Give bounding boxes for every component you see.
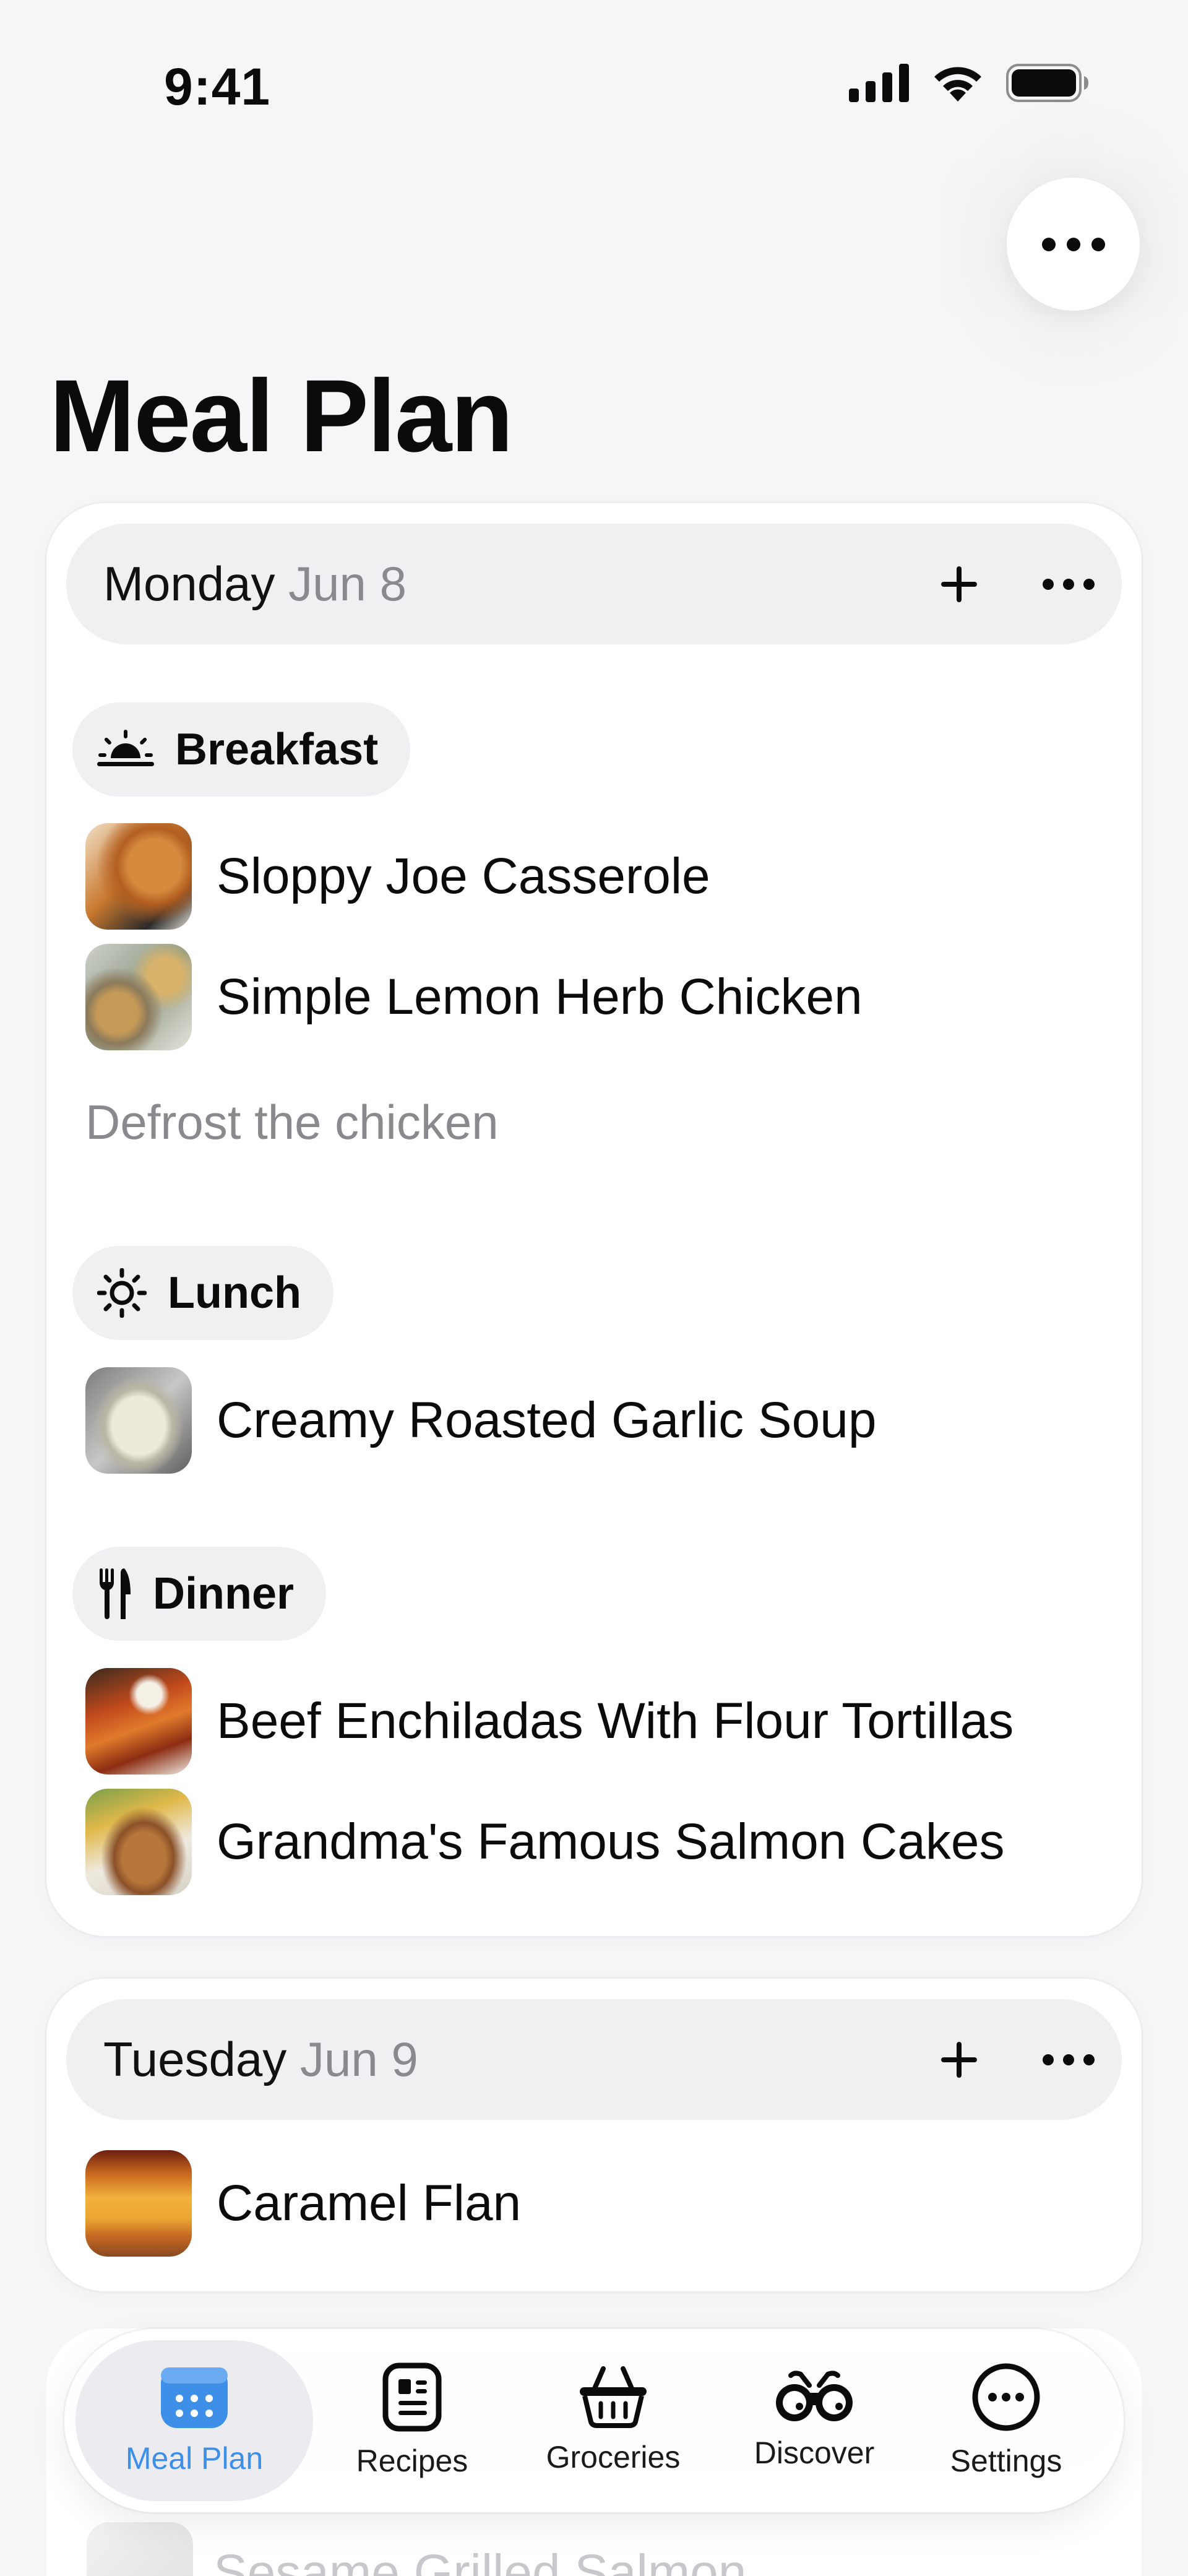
day-header[interactable]: Monday Jun 8 <box>66 524 1122 644</box>
day-card-monday: Monday Jun 8 Breakfast Sloppy Joe Casser… <box>46 503 1142 1936</box>
recipe-row[interactable]: Grandma's Famous Salmon Cakes <box>85 1789 1004 1895</box>
cellular-signal-icon <box>849 64 909 102</box>
day-header[interactable]: Tuesday Jun 9 <box>66 1999 1122 2120</box>
recipe-thumbnail <box>85 1668 192 1774</box>
day-date: Jun 8 <box>288 556 407 611</box>
recipe-row[interactable]: Sloppy Joe Casserole <box>85 823 710 930</box>
page-title: Meal Plan <box>50 359 514 473</box>
day-more-button[interactable] <box>1035 550 1103 618</box>
recipe-card-icon <box>382 2362 442 2432</box>
meal-pill-lunch[interactable]: Lunch <box>72 1246 334 1340</box>
day-card-tuesday: Tuesday Jun 9 Caramel Flan <box>46 1979 1142 2291</box>
meal-label: Breakfast <box>175 725 379 774</box>
add-meal-button[interactable] <box>925 2026 993 2094</box>
recipe-thumbnail <box>87 2522 193 2576</box>
tab-label: Settings <box>950 2444 1062 2478</box>
recipe-thumbnail <box>85 823 192 930</box>
fork-knife-icon <box>100 1568 131 1619</box>
tab-label: Recipes <box>356 2444 468 2478</box>
recipe-row[interactable]: Creamy Roasted Garlic Soup <box>85 1367 876 1474</box>
tab-label: Discover <box>754 2436 875 2470</box>
recipe-row[interactable]: Simple Lemon Herb Chicken <box>85 944 863 1050</box>
recipe-thumbnail <box>85 1789 192 1895</box>
basket-icon <box>580 2366 647 2428</box>
recipe-thumbnail <box>85 1367 192 1474</box>
status-icons <box>849 63 1089 103</box>
wifi-icon <box>934 67 981 102</box>
recipe-name: Beef Enchiladas With Flour Tortillas <box>217 1693 1014 1749</box>
status-time: 9:41 <box>164 58 271 116</box>
meal-label: Lunch <box>168 1268 301 1318</box>
sun-icon <box>97 1268 147 1318</box>
day-title: Tuesday Jun 9 <box>103 2031 418 2088</box>
tab-settings[interactable]: Settings <box>913 2340 1099 2501</box>
meal-note: Defrost the chicken <box>85 1095 499 1149</box>
day-more-button[interactable] <box>1035 2026 1103 2094</box>
tab-discover[interactable]: Discover <box>721 2340 907 2501</box>
recipe-thumbnail <box>85 944 192 1050</box>
app-root: 9:41 Meal Plan Monday Jun 8 Breakfast Sl… <box>0 0 1188 2576</box>
recipe-name: Caramel Flan <box>217 2175 522 2231</box>
meal-pill-dinner[interactable]: Dinner <box>72 1547 327 1641</box>
recipe-row[interactable]: Beef Enchiladas With Flour Tortillas <box>85 1668 1014 1774</box>
tab-bar: Meal Plan Recipes Groceries Discover Set… <box>64 2329 1124 2512</box>
ellipsis-icon <box>1041 237 1105 251</box>
tab-groceries[interactable]: Groceries <box>511 2340 715 2501</box>
recipe-name[interactable]: Sesame Grilled Salmon <box>213 2544 746 2576</box>
meal-pill-breakfast[interactable]: Breakfast <box>72 702 411 797</box>
tab-meal-plan[interactable]: Meal Plan <box>75 2340 313 2501</box>
battery-icon <box>1006 64 1088 102</box>
binoculars-icon <box>776 2371 853 2421</box>
tab-label: Groceries <box>546 2440 681 2474</box>
plus-icon <box>941 566 977 602</box>
more-options-button[interactable] <box>1007 178 1140 311</box>
add-meal-button[interactable] <box>925 550 993 618</box>
calendar-icon <box>161 2367 228 2428</box>
recipe-row[interactable]: Caramel Flan <box>85 2150 521 2257</box>
day-title: Monday Jun 8 <box>103 556 407 612</box>
sunrise-icon <box>97 730 154 766</box>
recipe-thumbnail <box>85 2150 192 2257</box>
recipe-name: Creamy Roasted Garlic Soup <box>217 1392 877 1448</box>
day-name: Tuesday <box>103 2032 287 2086</box>
meal-label: Dinner <box>153 1569 295 1619</box>
ellipsis-icon <box>1043 578 1095 590</box>
recipe-name: Simple Lemon Herb Chicken <box>217 969 863 1025</box>
plus-icon <box>941 2041 977 2078</box>
day-name: Monday <box>103 556 275 611</box>
tab-recipes[interactable]: Recipes <box>319 2340 505 2501</box>
recipe-name: Sloppy Joe Casserole <box>217 848 710 904</box>
ellipsis-icon <box>1043 2054 1095 2065</box>
ellipsis-circle-icon <box>972 2363 1040 2431</box>
recipe-name: Grandma's Famous Salmon Cakes <box>217 1813 1005 1870</box>
tab-label: Meal Plan <box>125 2441 264 2476</box>
day-date: Jun 9 <box>299 2032 418 2086</box>
